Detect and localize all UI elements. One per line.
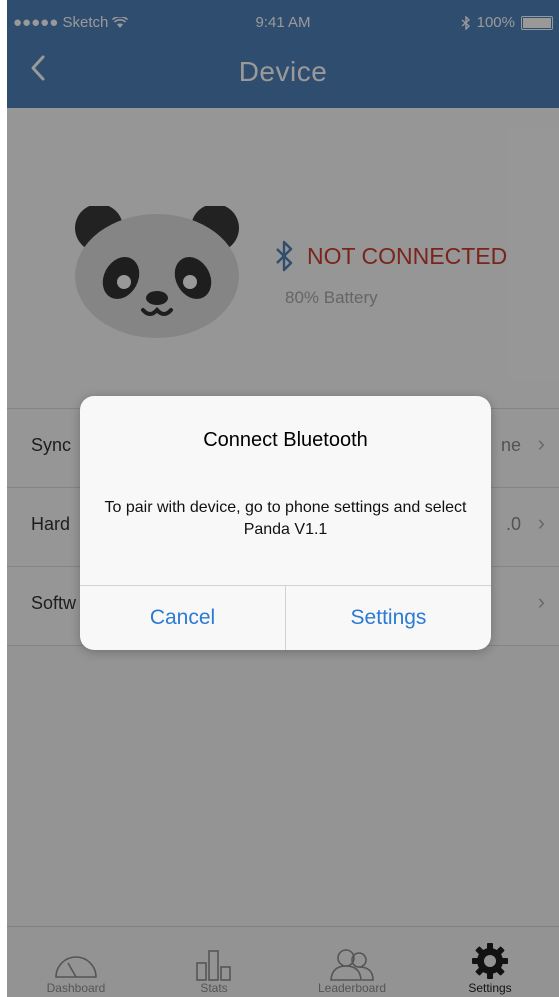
alert-title: Connect Bluetooth bbox=[203, 429, 368, 451]
alert-buttons: Cancel Settings bbox=[80, 585, 491, 650]
cancel-button[interactable]: Cancel bbox=[80, 586, 285, 650]
settings-button[interactable]: Settings bbox=[285, 586, 491, 650]
bluetooth-alert-dialog: Connect Bluetooth To pair with device, g… bbox=[80, 396, 491, 650]
alert-message: To pair with device, go to phone setting… bbox=[104, 499, 467, 538]
device-screen: ●●●●● Sketch 9:41 AM 100% Device NOT CON… bbox=[7, 0, 559, 997]
